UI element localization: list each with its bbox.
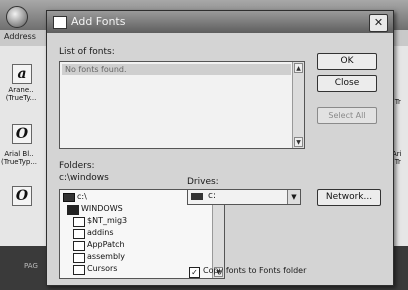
folder-name: c:\	[77, 192, 87, 201]
copy-fonts-label: Copy fonts to Fonts folder	[203, 266, 307, 275]
folder-icon	[73, 253, 85, 263]
dialog-titlebar[interactable]: Add Fonts ✕	[47, 11, 393, 33]
add-fonts-dialog: Add Fonts ✕ List of fonts: No fonts foun…	[46, 10, 394, 286]
folder-icon	[73, 217, 85, 227]
font-file-icon[interactable]: O	[12, 186, 32, 206]
font-file-label: Arane.. (TrueTy...	[5, 86, 37, 102]
drive-value: c:	[208, 191, 216, 201]
taskbar-text: PAG	[24, 262, 38, 270]
font-file-label-right: (Tr	[392, 98, 401, 106]
drive-icon	[191, 193, 203, 200]
folder-icon	[73, 265, 85, 275]
close-icon[interactable]: ✕	[369, 14, 388, 32]
drives-label: Drives:	[187, 177, 219, 187]
folder-name: Cursors	[87, 264, 118, 273]
open-folder-icon	[67, 205, 79, 215]
network-button[interactable]: Network...	[317, 189, 381, 206]
list-item[interactable]: No fonts found.	[62, 64, 291, 75]
ok-button[interactable]: OK	[317, 53, 377, 70]
font-list[interactable]: No fonts found. ▲ ▼	[59, 61, 305, 149]
font-file-icon[interactable]: O	[12, 124, 32, 144]
drives-select[interactable]: c: ▼	[187, 189, 301, 205]
scroll-up-icon[interactable]: ▲	[294, 63, 303, 73]
folder-icon	[73, 229, 85, 239]
folders-label: Folders:	[59, 161, 95, 171]
folder-name: addins	[87, 228, 114, 237]
font-file-label-right: Ari (Tr	[392, 150, 402, 166]
drive-icon	[63, 193, 75, 202]
chevron-down-icon[interactable]: ▼	[287, 190, 300, 204]
folder-name: $NT_mig3	[87, 216, 128, 225]
folder-icon	[73, 241, 85, 251]
address-label: Address	[4, 32, 36, 41]
folder-path: c:\windows	[59, 173, 109, 183]
font-file-label: Arial Bl.. (TrueTyp...	[0, 150, 38, 166]
folder-name: AppPatch	[87, 240, 125, 249]
dialog-icon	[53, 16, 67, 29]
folder-name: WINDOWS	[81, 204, 123, 213]
folder-name: assembly	[87, 252, 125, 261]
font-list-scrollbar[interactable]: ▲ ▼	[292, 62, 304, 148]
font-file-icon[interactable]: a	[12, 64, 32, 84]
font-list-label: List of fonts:	[59, 47, 115, 57]
scroll-down-icon[interactable]: ▼	[294, 137, 303, 147]
back-icon[interactable]	[6, 6, 28, 28]
close-button[interactable]: Close	[317, 75, 377, 92]
copy-fonts-checkbox[interactable]: ✓	[189, 267, 200, 278]
dialog-title: Add Fonts	[71, 15, 126, 28]
select-all-button[interactable]: Select All	[317, 107, 377, 124]
